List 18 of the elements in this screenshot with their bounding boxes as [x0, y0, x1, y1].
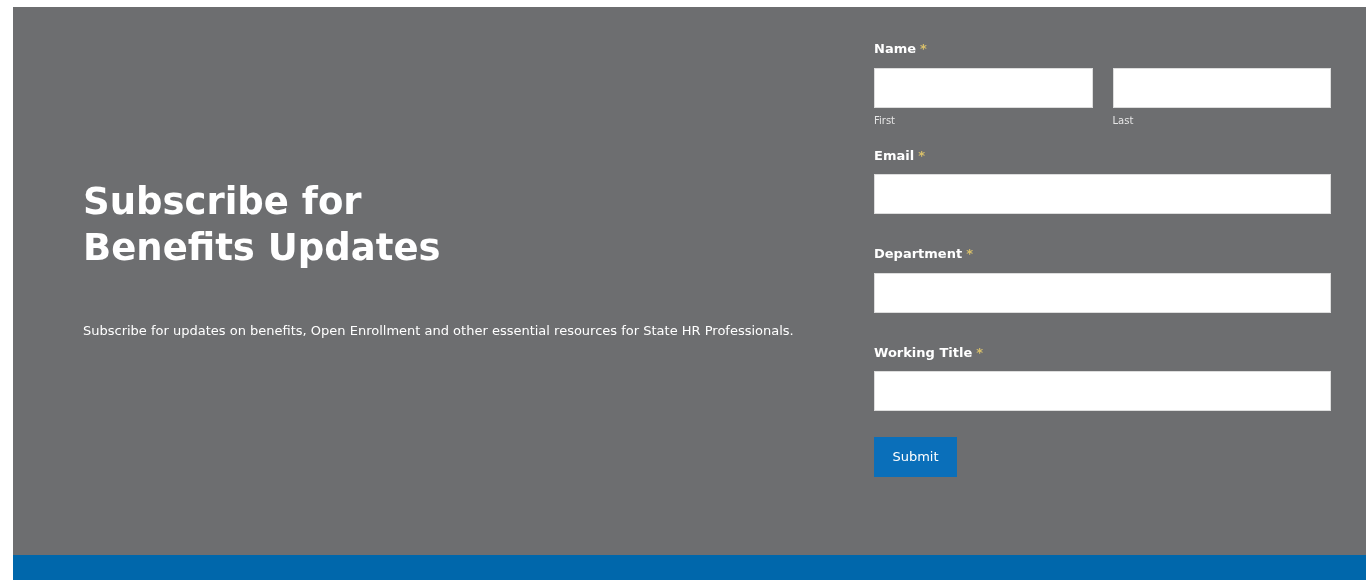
required-mark: *: [966, 245, 973, 263]
input-field[interactable]: [874, 174, 1331, 214]
sublabel: First: [874, 113, 897, 128]
field-label: Email: [874, 146, 915, 165]
required-mark: *: [918, 146, 925, 165]
input-field[interactable]: [1112, 67, 1331, 108]
sublabel: Last: [1112, 113, 1135, 128]
field-label: Working Title: [874, 343, 973, 362]
input-field[interactable]: [874, 272, 1331, 313]
field-label: Department: [874, 245, 963, 263]
input-field[interactable]: [874, 67, 1093, 108]
field-label: Name: [874, 40, 916, 58]
description: Subscribe for updates on benefits, Open Enrollment and other essential resources for State HR Professionals.: [83, 322, 795, 340]
required-mark: *: [920, 40, 927, 58]
submit-button[interactable]: Submit: [874, 437, 957, 477]
required-mark: *: [976, 343, 984, 362]
heading: Subscribe for Benefits Updates: [83, 179, 442, 271]
input-field[interactable]: [874, 371, 1331, 411]
